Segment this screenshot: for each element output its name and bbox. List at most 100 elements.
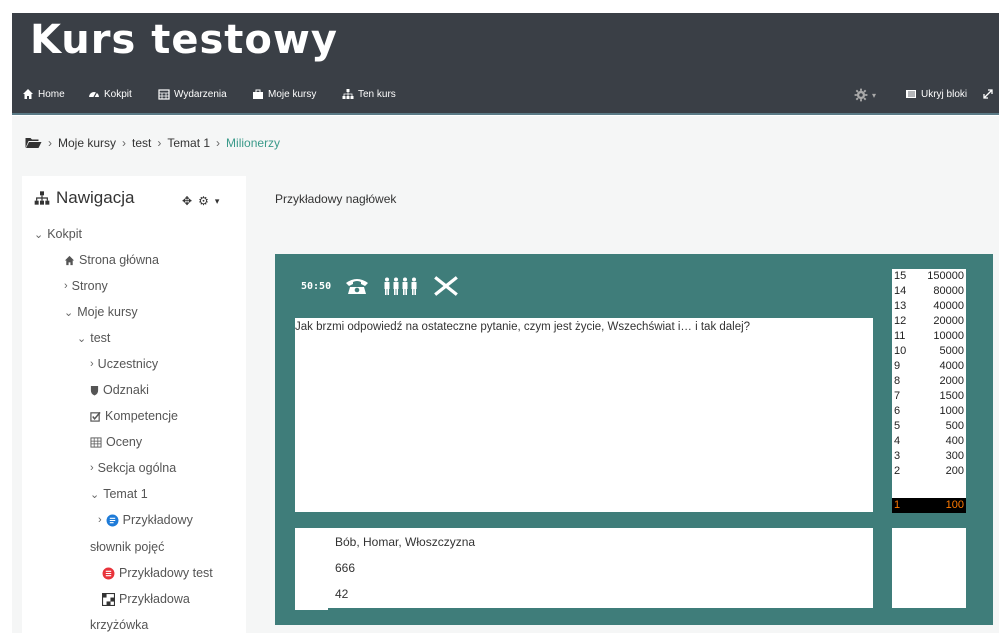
ladder-row: 4 400 bbox=[892, 434, 966, 449]
main-heading: Przykładowy nagłówek bbox=[275, 192, 397, 206]
chevron-down-icon[interactable]: ▾ bbox=[215, 196, 220, 207]
ladder-row: 9 4000 bbox=[892, 359, 966, 374]
move-icon[interactable]: ✥ bbox=[182, 194, 192, 208]
tree-item-kokpit[interactable]: ⌄ Kokpit bbox=[34, 227, 82, 241]
ladder-level: 14 bbox=[894, 285, 907, 297]
nav-kokpit[interactable]: Kokpit bbox=[88, 88, 132, 100]
ladder-row: 10 5000 bbox=[892, 344, 966, 359]
fullscreen-button[interactable] bbox=[982, 88, 994, 100]
ladder-level: 11 bbox=[894, 330, 906, 342]
ladder-level: 5 bbox=[894, 420, 901, 432]
expand-icon bbox=[983, 89, 993, 99]
ladder-amount: 500 bbox=[945, 420, 964, 432]
breadcrumb-separator: › bbox=[216, 136, 221, 150]
answers-box: Bób, Homar, Włoszczyzna 666 42 bbox=[295, 528, 873, 608]
ladder-row-current: 1 100 bbox=[892, 498, 966, 513]
tree-item-test[interactable]: ⌄ test bbox=[77, 331, 110, 345]
ladder-level: 9 bbox=[894, 360, 901, 372]
tree-item-label: słownik pojęć bbox=[90, 540, 165, 554]
tree-item-label: Przykładowa bbox=[119, 592, 190, 606]
dashboard-icon bbox=[89, 92, 99, 98]
chevron-right-icon: › bbox=[90, 358, 94, 370]
side-panel bbox=[892, 528, 966, 608]
navigation-title-label: Nawigacja bbox=[56, 188, 135, 207]
tree-item-label: Moje kursy bbox=[77, 305, 138, 319]
tree-item-slownik[interactable]: › Przykładowy bbox=[98, 513, 193, 527]
ladder-row: 11 10000 bbox=[892, 329, 966, 344]
ladder-amount: 5000 bbox=[939, 345, 964, 357]
tree-item-moje-kursy[interactable]: ⌄ Moje kursy bbox=[64, 305, 138, 319]
answer-option[interactable]: 42 bbox=[335, 587, 348, 601]
hide-blocks-button[interactable]: Ukryj bloki bbox=[905, 88, 967, 100]
millionaire-game: 50:50 Jak brzmi odpowiedź na ostateczne … bbox=[275, 254, 993, 625]
nav-moje-kursy-label: Moje kursy bbox=[268, 88, 317, 100]
page-header: Kurs testowy Home Kokpit Wydarzenia Moje… bbox=[12, 13, 999, 114]
tree-item-krzyzowka-cont[interactable]: krzyżówka bbox=[90, 618, 148, 632]
nav-ten-kurs[interactable]: Ten kurs bbox=[342, 88, 396, 100]
nav-wydarzenia-label: Wydarzenia bbox=[174, 88, 227, 100]
block-controls: ✥ ⚙ ▾ bbox=[182, 194, 219, 208]
breadcrumb-temat-1[interactable]: Temat 1 bbox=[167, 136, 210, 150]
tree-item-label: Przykładowy bbox=[122, 513, 193, 527]
breadcrumb-test[interactable]: test bbox=[132, 136, 151, 150]
crossword-icon bbox=[102, 592, 115, 606]
nav-home[interactable]: Home bbox=[22, 88, 65, 100]
breadcrumb-milionerzy[interactable]: Milionerzy bbox=[226, 136, 280, 150]
tree-item-slownik-cont[interactable]: słownik pojęć bbox=[90, 540, 164, 554]
navigation-block-title: Nawigacja bbox=[34, 188, 134, 208]
tree-item-label: Uczestnicy bbox=[97, 357, 159, 371]
ladder-row: 7 1500 bbox=[892, 389, 966, 404]
tree-item-kompetencje[interactable]: Kompetencje bbox=[90, 409, 178, 423]
ladder-level: 6 bbox=[894, 405, 901, 417]
ladder-row: 8 2000 bbox=[892, 374, 966, 389]
tree-item-uczestnicy[interactable]: › Uczestnicy bbox=[90, 357, 158, 371]
audience-icon[interactable] bbox=[383, 277, 419, 295]
tree-item-sekcja-ogolna[interactable]: › Sekcja ogólna bbox=[90, 461, 176, 475]
chevron-down-icon: ⌄ bbox=[90, 488, 100, 501]
settings-menu[interactable]: ▾ bbox=[854, 88, 876, 102]
list-icon bbox=[906, 90, 916, 98]
tree-item-strona-glowna[interactable]: Strona główna bbox=[64, 253, 159, 267]
sitemap-icon bbox=[34, 191, 50, 205]
tree-item-label: krzyżówka bbox=[90, 618, 149, 632]
tree-item-krzyzowka[interactable]: Przykładowa bbox=[102, 592, 190, 606]
phone-icon[interactable] bbox=[345, 277, 369, 295]
fifty-fifty-lifeline[interactable]: 50:50 bbox=[301, 281, 331, 292]
answer-option[interactable]: Bób, Homar, Włoszczyzna bbox=[335, 535, 475, 549]
shield-icon bbox=[90, 385, 99, 395]
breadcrumb-moje-kursy[interactable]: Moje kursy bbox=[58, 136, 116, 150]
tree-item-oceny[interactable]: Oceny bbox=[90, 435, 142, 449]
breadcrumb-separator: › bbox=[122, 136, 127, 150]
gear-icon[interactable]: ⚙ bbox=[198, 194, 209, 208]
tree-item-label: test bbox=[90, 331, 111, 345]
ladder-amount: 1000 bbox=[939, 405, 964, 417]
ladder-amount: 4000 bbox=[939, 360, 964, 372]
close-icon[interactable] bbox=[433, 276, 459, 296]
question-text: Jak brzmi odpowiedź na ostateczne pytani… bbox=[295, 321, 751, 333]
prize-ladder: 15 150000 14 80000 13 40000 12 20000 11 10000… bbox=[892, 269, 966, 513]
ladder-row: 6 1000 bbox=[892, 404, 966, 419]
ladder-amount: 100 bbox=[945, 499, 964, 511]
nav-wydarzenia[interactable]: Wydarzenia bbox=[158, 88, 227, 100]
tree-item-przykladowy-test[interactable]: Przykładowy test bbox=[102, 566, 213, 580]
answer-option[interactable]: 666 bbox=[335, 561, 355, 575]
breadcrumb-separator: › bbox=[157, 136, 162, 150]
tree-item-label: Sekcja ogólna bbox=[97, 461, 177, 475]
ladder-row: 12 20000 bbox=[892, 314, 966, 329]
nav-ten-kurs-label: Ten kurs bbox=[358, 88, 396, 100]
ladder-amount: 1500 bbox=[939, 390, 964, 402]
ladder-amount: 400 bbox=[945, 435, 964, 447]
tree-item-temat-1[interactable]: ⌄ Temat 1 bbox=[90, 487, 148, 501]
nav-moje-kursy[interactable]: Moje kursy bbox=[252, 88, 316, 100]
ladder-level: 12 bbox=[894, 315, 907, 327]
navbar: Home Kokpit Wydarzenia Moje kursy Ten ku… bbox=[12, 86, 999, 110]
tree-item-strony[interactable]: › Strony bbox=[64, 279, 108, 293]
ladder-level: 4 bbox=[894, 435, 901, 447]
calendar-icon bbox=[158, 89, 170, 100]
chevron-right-icon: › bbox=[98, 514, 102, 526]
sitemap-icon bbox=[342, 89, 354, 99]
ladder-level: 3 bbox=[894, 450, 901, 462]
chevron-down-icon: ⌄ bbox=[34, 228, 44, 241]
top-band bbox=[0, 0, 999, 13]
tree-item-odznaki[interactable]: Odznaki bbox=[90, 383, 149, 397]
